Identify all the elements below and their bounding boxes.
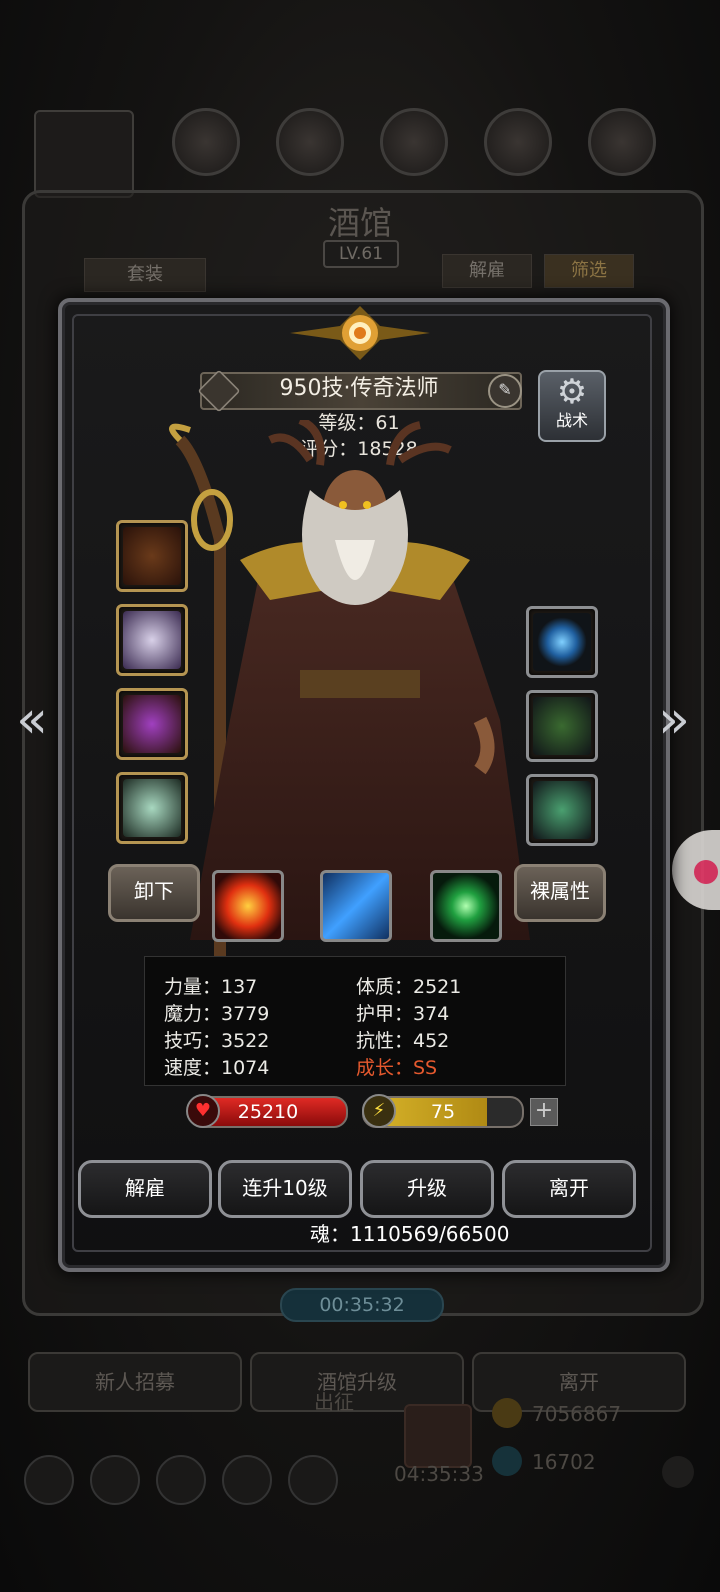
stat-constitution: 体质：2521 xyxy=(356,976,462,998)
stat-growth: 成长：SS xyxy=(356,1057,438,1079)
stat-speed: 速度：1074 xyxy=(164,1057,270,1079)
previous-hero-arrow-icon[interactable]: « xyxy=(10,690,54,750)
fire-orb-icon xyxy=(172,108,240,176)
next-hero-arrow-icon[interactable]: » xyxy=(652,690,696,750)
dismiss-tab: 解雇 xyxy=(442,254,532,288)
shadow-orb-icon xyxy=(588,108,656,176)
purple-amulet-icon xyxy=(123,695,181,753)
base-stats-button[interactable]: 裸属性 xyxy=(514,864,606,922)
add-energy-button[interactable]: + xyxy=(530,1098,558,1126)
gem-icon xyxy=(492,1446,522,1476)
lightning-icon: ⚡ xyxy=(362,1094,396,1128)
tavern-title: 酒馆 xyxy=(327,204,392,242)
stat-resistance: 抗性：452 xyxy=(356,1030,450,1052)
player-avatar xyxy=(34,110,134,198)
blue-orb-icon xyxy=(533,613,591,671)
fire-blast-skill-icon[interactable] xyxy=(212,870,284,942)
dark-orb-icon xyxy=(380,108,448,176)
dismiss-hero-button[interactable]: 解雇 xyxy=(78,1160,212,1218)
stat-strength: 力量：137 xyxy=(164,976,258,998)
gear-icon: ⚙ xyxy=(556,372,588,412)
equip-slot-weapon[interactable] xyxy=(116,520,188,592)
nav-icon-3 xyxy=(156,1455,206,1505)
green-staff-icon xyxy=(533,697,591,755)
unequip-button[interactable]: 卸下 xyxy=(108,864,200,922)
jade-ring-icon xyxy=(123,779,181,837)
equip-slot-ring[interactable] xyxy=(116,772,188,844)
equip-slot-token[interactable] xyxy=(526,774,598,846)
gem-amount: 16702 xyxy=(532,1450,596,1474)
leave-button[interactable]: 离开 xyxy=(502,1160,636,1218)
stat-magic: 魔力：3779 xyxy=(164,1003,270,1025)
nav-icon-5 xyxy=(288,1455,338,1505)
jade-token-icon xyxy=(533,781,591,839)
edit-name-icon[interactable]: ✎ xyxy=(488,374,522,408)
gift-icon xyxy=(404,1404,472,1468)
white-robe-icon xyxy=(123,611,181,669)
staff-weapon-icon xyxy=(123,527,181,585)
filter-tab: 筛选 xyxy=(544,254,634,288)
nav-icon-4 xyxy=(222,1455,272,1505)
heart-icon: ♥ xyxy=(186,1094,220,1128)
hero-name: 950技·传奇法师 xyxy=(279,376,439,401)
sun-emblem-icon xyxy=(290,306,430,360)
blue-orb-icon xyxy=(484,108,552,176)
equip-slot-orb[interactable] xyxy=(526,606,598,678)
ice-shard-skill-icon[interactable] xyxy=(320,870,392,942)
nature-heal-skill-icon[interactable] xyxy=(430,870,502,942)
equip-slot-wand[interactable] xyxy=(526,690,598,762)
gold-coin-icon xyxy=(492,1398,522,1428)
nav-icon-1 xyxy=(24,1455,74,1505)
settings-icon xyxy=(662,1456,694,1488)
equip-slot-necklace[interactable] xyxy=(116,688,188,760)
stat-armor: 护甲：374 xyxy=(356,1003,450,1025)
countdown-timer: 04:35:33 xyxy=(394,1462,484,1486)
nav-icon-2 xyxy=(90,1455,140,1505)
recruit-button: 新人招募 xyxy=(28,1352,242,1412)
recruit-timer: 00:35:32 xyxy=(280,1288,444,1322)
expedition-label: 出征 xyxy=(314,1390,354,1414)
equip-slot-armor[interactable] xyxy=(116,604,188,676)
stat-skill: 技巧：3522 xyxy=(164,1030,270,1052)
level-up-10-button[interactable]: 连升10级 xyxy=(218,1160,352,1218)
gold-orb-icon xyxy=(276,108,344,176)
tavern-upgrade-button: 酒馆升级 xyxy=(250,1352,464,1412)
level-up-button[interactable]: 升级 xyxy=(360,1160,494,1218)
assistant-icon xyxy=(694,860,718,884)
set-button: 套装 xyxy=(84,258,206,292)
tavern-level: LV.61 xyxy=(323,240,399,268)
soul-counter: 魂：1110569/66500 xyxy=(310,1222,510,1246)
gold-amount: 7056867 xyxy=(532,1402,622,1426)
